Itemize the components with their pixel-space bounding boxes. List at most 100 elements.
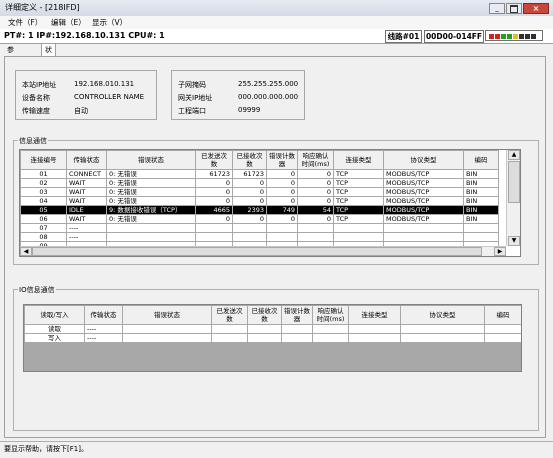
table-cell: 02 xyxy=(20,178,67,188)
table-row[interactable]: 01 CONNECT 0: 无错误 61723 61723 0 0 TCP MODBUS/TCP… xyxy=(20,169,499,179)
column-header[interactable]: 错误状态 xyxy=(106,150,196,170)
column-header[interactable]: 已发送次数 xyxy=(211,305,248,325)
column-header[interactable]: 连接编号 xyxy=(20,150,67,170)
table-cell xyxy=(484,333,521,343)
transfer-speed-value: 自动 xyxy=(74,107,88,115)
info-horizontal-scrollbar[interactable]: ◀ ▶ xyxy=(20,246,506,256)
menu-file[interactable]: 文件（F） xyxy=(8,16,42,29)
column-header[interactable]: 已接收次数 xyxy=(247,305,282,325)
table-cell: 04 xyxy=(20,196,67,206)
column-header[interactable]: 错误计数器 xyxy=(281,305,313,325)
table-cell: 0 xyxy=(232,187,267,197)
table-cell: ---- xyxy=(66,223,107,233)
table-cell: 2393 xyxy=(232,205,267,215)
table-cell: 03 xyxy=(20,187,67,197)
minimize-button[interactable]: _ xyxy=(489,3,505,14)
table-row[interactable]: 04 WAIT 0: 无错误 0 0 0 0 TCP MODBUS/TCP BIN xyxy=(20,196,499,206)
column-header[interactable]: 传输状态 xyxy=(66,150,107,170)
column-header[interactable]: 连接类型 xyxy=(333,150,384,170)
column-header[interactable]: 已发送次数 xyxy=(195,150,233,170)
table-cell xyxy=(266,223,298,233)
maximize-button[interactable] xyxy=(506,3,522,14)
table-cell xyxy=(281,333,313,343)
table-cell: 0 xyxy=(297,196,334,206)
connection-info-bar: PT#: 1 IP#:192.168.10.131 CPU#: 1 线路#01 … xyxy=(0,29,553,44)
column-header[interactable]: 编码 xyxy=(463,150,499,170)
table-cell: BIN xyxy=(463,214,499,224)
device-range-box: 00D00-014FF xyxy=(424,30,484,43)
subnet-mask-value: 255.255.255.000 xyxy=(238,80,299,88)
table-cell: BIN xyxy=(463,169,499,179)
transfer-speed-label: 传输速度 xyxy=(22,107,50,115)
table-cell xyxy=(247,333,282,343)
tab-status[interactable]: 状态 xyxy=(41,43,56,66)
close-icon: × xyxy=(532,4,540,13)
status-bar: 要显示帮助，请按下[F1]。 xyxy=(0,441,553,458)
pt-info-label: PT#: 1 IP#:192.168.10.131 CPU#: 1 xyxy=(4,31,165,40)
table-row[interactable]: 06 WAIT 0: 无错误 0 0 0 0 TCP MODBUS/TCP BIN xyxy=(20,214,499,224)
io-comm-grid: 读取/写入 传输状态 错误状态 已发送次数 已接收次数 错误计数器 响应确认时间(ms) 连接… xyxy=(24,305,521,343)
table-cell: 54 xyxy=(297,205,334,215)
menu-edit[interactable]: 编辑（E） xyxy=(51,16,86,29)
scroll-left-button[interactable]: ◀ xyxy=(20,247,32,256)
table-row[interactable]: 03 WAIT 0: 无错误 0 0 0 0 TCP MODBUS/TCP BIN xyxy=(20,187,499,197)
scroll-down-button[interactable]: ▼ xyxy=(508,236,520,246)
table-row[interactable]: 08 ---- xyxy=(20,232,499,242)
table-cell xyxy=(312,333,349,343)
table-cell: 06 xyxy=(20,214,67,224)
table-cell: 0 xyxy=(232,178,267,188)
led-icon xyxy=(495,34,500,39)
table-row[interactable]: 读取 ---- xyxy=(24,324,521,334)
column-header[interactable]: 读取/写入 xyxy=(24,305,85,325)
table-cell xyxy=(211,324,248,334)
table-cell: BIN xyxy=(463,178,499,188)
table-cell xyxy=(348,324,401,334)
table-cell: 0 xyxy=(266,214,298,224)
table-cell: 读取 xyxy=(24,324,85,334)
table-cell: 0 xyxy=(266,178,298,188)
close-button[interactable]: × xyxy=(523,3,549,14)
table-cell: 0 xyxy=(266,169,298,179)
column-header[interactable]: 错误计数器 xyxy=(266,150,298,170)
table-row[interactable]: 02 WAIT 0: 无错误 0 0 0 0 TCP MODBUS/TCP BIN xyxy=(20,178,499,188)
table-cell: 0 xyxy=(232,214,267,224)
tab-parameter-settings[interactable]: 参数设定 xyxy=(4,44,17,90)
table-cell xyxy=(463,223,499,233)
table-cell: ---- xyxy=(66,232,107,242)
column-header[interactable]: 协议类型 xyxy=(400,305,485,325)
table-cell: 0: 无错误 xyxy=(106,187,196,197)
column-header[interactable]: 错误状态 xyxy=(122,305,212,325)
column-header[interactable]: 响应确认时间(ms) xyxy=(312,305,349,325)
column-header[interactable]: 已接收次数 xyxy=(232,150,267,170)
column-header[interactable]: 连接类型 xyxy=(348,305,401,325)
column-header[interactable]: 传输状态 xyxy=(84,305,123,325)
info-vertical-scrollbar[interactable]: ▲ ▼ xyxy=(506,150,520,246)
table-cell xyxy=(232,232,267,242)
table-row[interactable]: 写入 ---- xyxy=(24,333,521,343)
info-comm-title: 信息通信 xyxy=(18,136,48,146)
menu-bar: 文件（F） 编辑（E） 显示（V） xyxy=(0,16,553,29)
scroll-up-button[interactable]: ▲ xyxy=(508,150,520,160)
column-header[interactable]: 响应确认时间(ms) xyxy=(297,150,334,170)
led-icon xyxy=(531,34,536,39)
io-comm-title: IO信息通信 xyxy=(18,285,56,295)
table-cell: 08 xyxy=(20,232,67,242)
table-cell: 0: 无错误 xyxy=(106,178,196,188)
io-comm-table: 读取/写入 传输状态 错误状态 已发送次数 已接收次数 错误计数器 响应确认时间(ms) 连接… xyxy=(23,304,522,372)
table-cell xyxy=(281,324,313,334)
menu-view[interactable]: 显示（V） xyxy=(92,16,127,29)
table-cell: 05 xyxy=(20,205,67,215)
scroll-thumb[interactable] xyxy=(32,247,482,256)
scroll-right-button[interactable]: ▶ xyxy=(494,247,506,256)
table-cell: ---- xyxy=(84,324,123,334)
table-cell: 0 xyxy=(297,187,334,197)
table-cell xyxy=(232,223,267,233)
column-header[interactable]: 编码 xyxy=(484,305,521,325)
table-row[interactable]: 05 IDLE 9: 数据接收错误（TCP） 4665 2393 749 54 TCP MODB… xyxy=(20,205,499,215)
table-cell xyxy=(122,324,212,334)
scroll-thumb[interactable] xyxy=(508,161,520,203)
table-cell: TCP xyxy=(333,214,384,224)
column-header[interactable]: 协议类型 xyxy=(383,150,464,170)
table-cell: 0: 无错误 xyxy=(106,196,196,206)
table-row[interactable]: 07 ---- xyxy=(20,223,499,233)
